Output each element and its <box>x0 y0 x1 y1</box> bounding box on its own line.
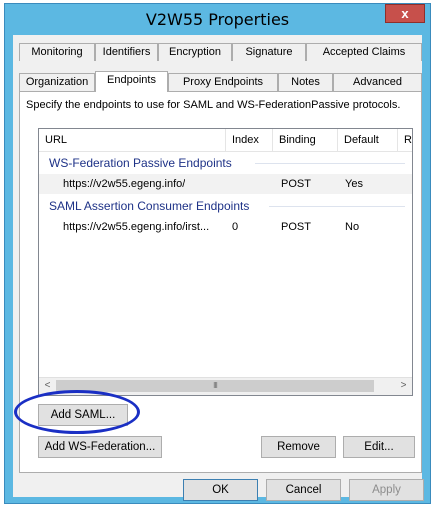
column-url[interactable]: URL <box>39 129 226 151</box>
cell-url: https://v2w55.egeng.info/ <box>63 178 186 190</box>
tab-accepted-claims[interactable]: Accepted Claims <box>306 43 422 61</box>
endpoints-list[interactable]: URL Index Binding Default Re WS-Federati… <box>38 128 413 396</box>
table-row[interactable]: https://v2w55.egeng.info/ POST Yes <box>39 174 412 194</box>
column-binding[interactable]: Binding <box>273 129 338 151</box>
tab-monitoring[interactable]: Monitoring <box>19 43 95 61</box>
ok-button[interactable]: OK <box>183 479 258 501</box>
scroll-right-icon[interactable]: > <box>395 378 412 395</box>
close-button[interactable]: x <box>385 4 425 23</box>
cell-default: Yes <box>345 178 363 190</box>
cell-binding: POST <box>281 178 311 190</box>
remove-button[interactable]: Remove <box>261 436 336 458</box>
cell-default: No <box>345 221 360 233</box>
apply-button[interactable]: Apply <box>349 479 424 501</box>
tab-row-bottom: Organization Endpoints Proxy Endpoints N… <box>19 71 422 92</box>
cancel-button[interactable]: Cancel <box>266 479 341 501</box>
tab-organization[interactable]: Organization <box>19 73 95 91</box>
tab-notes[interactable]: Notes <box>278 73 333 91</box>
scrollbar-thumb[interactable]: III <box>56 380 374 392</box>
column-re[interactable]: Re <box>398 129 412 151</box>
edit-button[interactable]: Edit... <box>343 436 415 458</box>
window-title: V2W55 Properties <box>145 10 290 29</box>
add-ws-federation-button[interactable]: Add WS-Federation... <box>38 436 162 458</box>
group-header-saml[interactable]: SAML Assertion Consumer Endpoints <box>49 198 249 214</box>
tab-identifiers[interactable]: Identifiers <box>95 43 158 61</box>
title-bar[interactable]: V2W55 Properties x <box>5 4 430 34</box>
tab-encryption[interactable]: Encryption <box>158 43 232 61</box>
highlight-circle <box>14 390 140 434</box>
tab-row-top: Monitoring Identifiers Encryption Signat… <box>19 43 422 61</box>
cell-binding: POST <box>281 221 311 233</box>
column-index[interactable]: Index <box>226 129 273 151</box>
cell-url: https://v2w55.egeng.info/irst... <box>63 221 210 233</box>
tab-proxy-endpoints[interactable]: Proxy Endpoints <box>168 73 278 91</box>
list-header: URL Index Binding Default Re <box>39 129 412 152</box>
tab-endpoints[interactable]: Endpoints <box>95 71 168 92</box>
panel-description: Specify the endpoints to use for SAML an… <box>26 99 401 111</box>
group-divider <box>269 206 405 207</box>
tab-advanced[interactable]: Advanced <box>333 73 422 91</box>
group-header-wsfed[interactable]: WS-Federation Passive Endpoints <box>49 155 232 171</box>
tab-signature[interactable]: Signature <box>232 43 306 61</box>
cell-index: 0 <box>232 221 239 233</box>
group-divider <box>255 163 405 164</box>
table-row[interactable]: https://v2w55.egeng.info/irst... 0 POST … <box>39 217 412 237</box>
column-default[interactable]: Default <box>338 129 398 151</box>
